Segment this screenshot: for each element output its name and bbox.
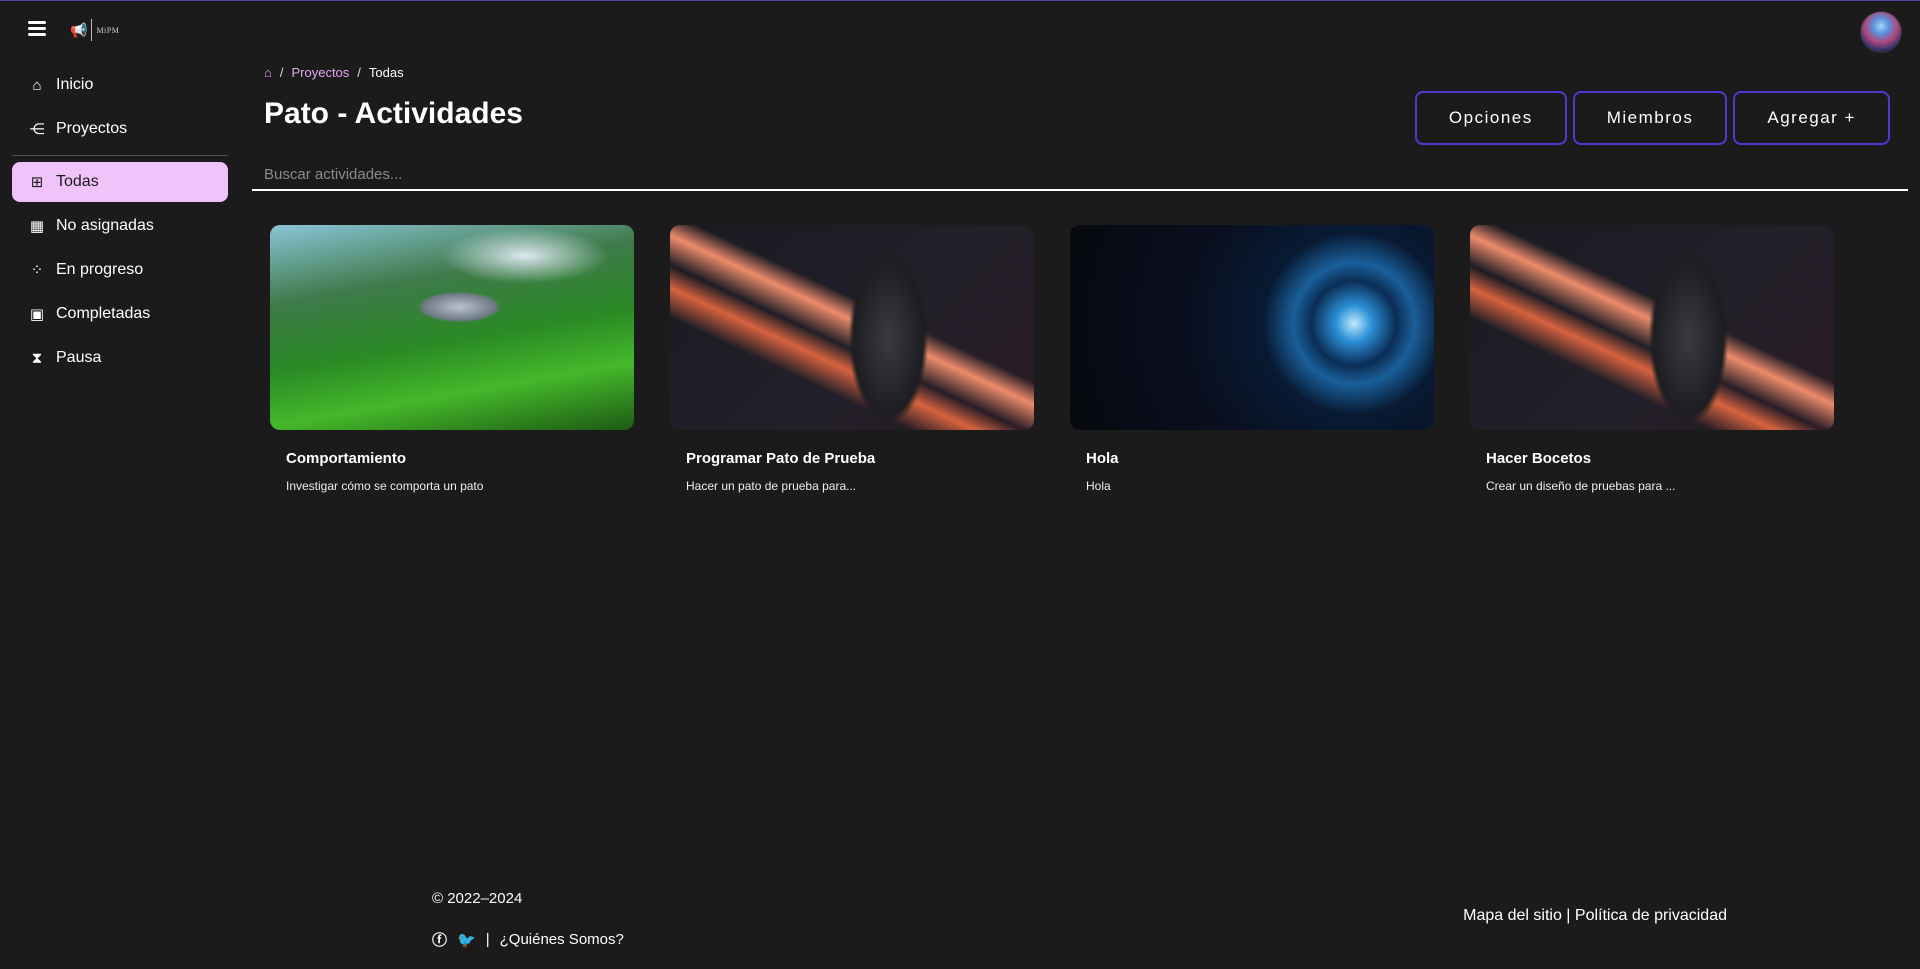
footer-separator: | [485,931,490,948]
menu-icon[interactable] [28,21,46,37]
logo-text: MiPM [96,25,120,35]
card-title: Hacer Bocetos [1486,450,1592,467]
calendar-check-icon: ▣ [29,306,45,323]
members-button[interactable]: Miembros [1572,91,1728,145]
card-title: Hola [1086,450,1119,467]
home-icon[interactable]: ⌂ [264,65,272,80]
top-bar: 📢 MiPM [0,1,1920,61]
card-description: Hola [1086,479,1111,493]
footer-right: Mapa del sitio | Política de privacidad [1463,907,1727,925]
activity-card[interactable]: Programar Pato de Prueba Hacer un pato d… [670,225,1034,493]
logo-divider [91,19,93,41]
breadcrumb-separator: / [279,65,284,80]
card-image [1470,225,1834,430]
sidebar-filter-no-asignadas[interactable]: ▦ No asignadas [12,206,228,246]
sidebar-item-label: Pausa [56,349,102,366]
sidebar-item-label: Completadas [56,305,151,322]
project-tree-icon: ⋲ [29,121,45,138]
sidebar-item-label: No asignadas [56,217,154,234]
privacy-link[interactable]: Política de privacidad [1575,907,1727,924]
sidebar-filter-completadas[interactable]: ▣ Completadas [12,294,228,334]
sidebar-item-label: Inicio [56,76,94,93]
card-image [670,225,1034,430]
activity-card[interactable]: Comportamiento Investigar cómo se compor… [270,225,634,493]
social-links: ⓕ 🐦 | ¿Quiénes Somos? [432,929,624,950]
activity-card[interactable]: Hola Hola [1070,225,1434,493]
sidebar: ⌂ Inicio ⋲ Proyectos ⊞ Todas ▦ No asigna… [0,61,240,382]
sidebar-divider [12,155,228,156]
footer-left: © 2022–2024 ⓕ 🐦 | ¿Quiénes Somos? [432,890,624,950]
card-title: Comportamiento [286,450,406,467]
sidebar-filter-pausa[interactable]: ⧗ Pausa [12,338,228,378]
card-image [270,225,634,430]
grid-icon: ⊞ [30,174,44,191]
sidebar-filter-en-progreso[interactable]: ⁘ En progreso [12,250,228,290]
activity-cards: Comportamiento Investigar cómo se compor… [270,225,1834,493]
sidebar-item-label: Proyectos [56,120,128,137]
card-description: Hacer un pato de prueba para... [686,479,857,493]
sidebar-item-label: Todas [56,173,99,190]
user-avatar[interactable] [1860,11,1902,53]
footer-separator: | [1566,907,1571,924]
action-buttons: Opciones Miembros Agregar + [1414,91,1890,145]
card-description: Crear un diseño de pruebas para ... [1486,479,1676,493]
breadcrumb-current: Todas [368,65,404,80]
grid-outline-icon: ▦ [29,218,45,235]
sidebar-item-proyectos[interactable]: ⋲ Proyectos [12,109,228,149]
breadcrumb-proyectos[interactable]: Proyectos [291,65,349,80]
megaphone-icon: 📢 [70,21,88,38]
about-link[interactable]: ¿Quiénes Somos? [500,931,624,948]
home-icon: ⌂ [32,76,42,94]
twitter-icon[interactable]: 🐦 [457,931,476,949]
options-button[interactable]: Opciones [1414,91,1567,145]
sidebar-item-inicio[interactable]: ⌂ Inicio [12,65,228,105]
sitemap-link[interactable]: Mapa del sitio [1463,907,1562,924]
breadcrumb: ⌂ / Proyectos / Todas [264,65,404,80]
facebook-icon[interactable]: ⓕ [432,929,447,950]
activity-card[interactable]: Hacer Bocetos Crear un diseño de pruebas… [1470,225,1834,493]
app-logo[interactable]: 📢 MiPM [70,19,119,41]
hourglass-icon: ⧗ [31,349,43,367]
breadcrumb-separator: / [357,65,361,80]
card-description: Investigar cómo se comporta un pato [286,479,484,493]
page-title: Pato - Actividades [264,97,523,130]
sidebar-filter-todas[interactable]: ⊞ Todas [12,162,228,202]
copyright: © 2022–2024 [432,890,523,907]
sidebar-item-label: En progreso [56,261,144,278]
card-image [1070,225,1434,430]
add-activity-button[interactable]: Agregar + [1733,91,1890,145]
search-input[interactable] [252,159,1908,191]
card-title: Programar Pato de Prueba [686,450,876,467]
spinner-icon: ⁘ [30,262,44,279]
